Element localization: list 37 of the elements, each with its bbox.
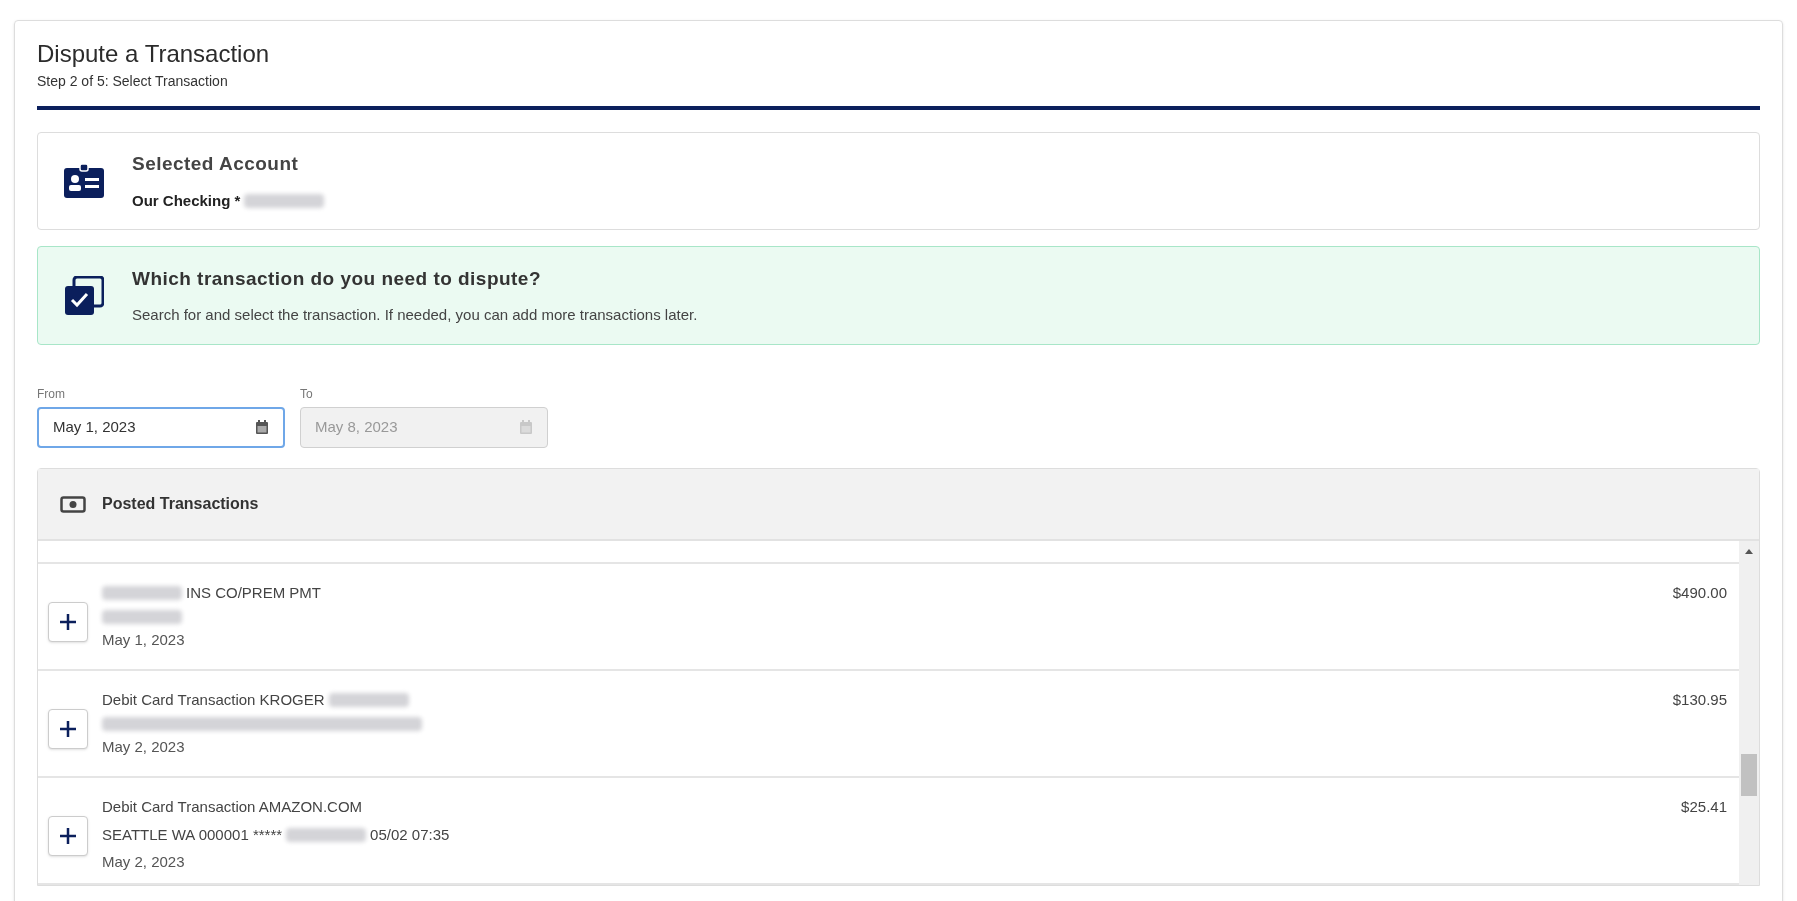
add-button[interactable] [48,709,88,749]
scroll-thumb[interactable] [1741,754,1757,796]
plus-icon [58,719,78,739]
checkbox-stack-icon [64,275,104,316]
scrollbar-track[interactable] [1739,541,1759,885]
transaction-text: Our Checking * [132,191,241,211]
prompt-text: Search for and select the transaction. If needed, you can add more transactions later. [132,304,698,325]
banknote-icon [60,495,86,513]
date-label: From [37,386,66,403]
calendar-icon[interactable] [255,420,269,435]
transaction-text: INS CO/PREM PMT [186,583,321,603]
date-label: To [300,386,314,403]
transaction-date: May 2, 2023 [102,852,186,872]
add-button[interactable] [48,816,88,856]
add-button[interactable] [48,602,88,642]
transaction-row[interactable]: Debit Card Transaction KROGER May 2, 2023 $130.95 [38,671,1739,778]
date-field[interactable]: May 1, 2023 [37,407,285,448]
scroll-up-icon [1745,549,1753,554]
transaction-text: SEATTLE WA 000001 ***** [102,824,283,845]
panel-title: Posted Transactions [102,494,259,514]
transaction-date: May 2, 2023 [102,736,186,757]
transaction-amount: $490.00 [1672,583,1727,603]
id-badge-icon [64,164,104,198]
plus-icon [58,826,78,846]
transaction-amount: $130.95 [1672,690,1727,710]
transaction-text: Debit Card Transaction KROGER [102,690,325,710]
page-title: Dispute a Transaction [37,39,271,69]
plus-icon [58,612,78,632]
transaction-text: 05/02 07:35 [370,824,450,845]
transaction-row[interactable]: INS CO/PREM PMT May 1, 2023 $490.00 [38,564,1739,671]
transaction-amount: $25.41 [1681,797,1727,817]
transaction-row[interactable]: Debit Card Transaction AMAZON.COM SEATTLE WA 000001 ***** 05/02 07:35 May 2, 2023 $25.41 [38,778,1739,885]
prompt-heading: Which transaction do you need to dispute? [132,267,542,291]
transaction-date: May 1, 2023 [102,629,186,650]
account-heading: Selected Account [132,151,300,176]
transaction-text: Debit Card Transaction AMAZON.COM [102,797,363,817]
step-subtitle: Step 2 of 5: Select Transaction [37,72,229,91]
